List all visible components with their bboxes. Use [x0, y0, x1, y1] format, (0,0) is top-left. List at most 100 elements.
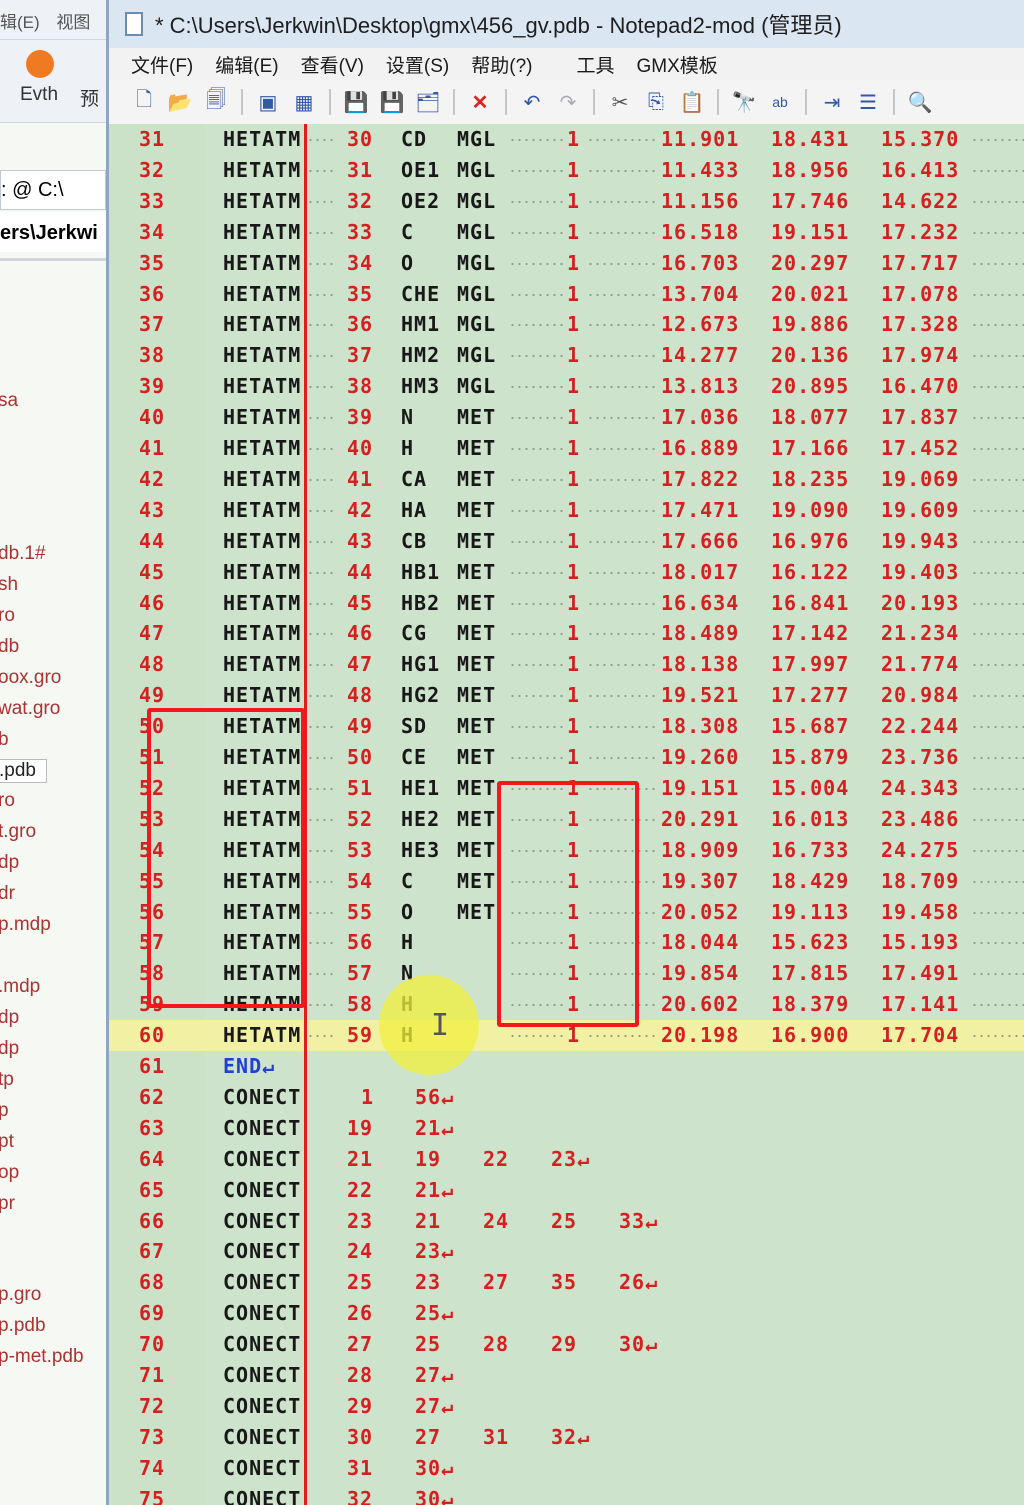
- explorer-file-item[interactable]: wat.gro: [0, 698, 60, 720]
- find-icon[interactable]: 🔭: [729, 87, 759, 117]
- explorer-toolbar-label[interactable]: Evth: [20, 84, 58, 106]
- pdb-conect-line[interactable]: 75 CONECT 32 30↵: [109, 1484, 1024, 1505]
- explorer-file-item[interactable]: p.mdp: [0, 914, 51, 936]
- pdb-atom-line[interactable]: 34 HETATM 33 C MGL 1 16.518 19.151 17.232: [109, 217, 1024, 248]
- explorer-file-item[interactable]: pt: [0, 1131, 14, 1153]
- explorer-file-item[interactable]: db.1#: [0, 543, 46, 565]
- pdb-atom-line[interactable]: 32 HETATM 31 OE1 MGL 1 11.433 18.956 16.413: [109, 155, 1024, 186]
- explorer-file-item[interactable]: tp: [0, 1069, 14, 1091]
- explorer-file-item[interactable]: pr: [0, 1193, 15, 1215]
- explorer-file-item[interactable]: db: [0, 636, 19, 658]
- conect-atom-serial: 25↵: [415, 1301, 455, 1326]
- explorer-file-item[interactable]: sa: [0, 390, 18, 412]
- pdb-conect-line[interactable]: 68 CONECT 25 23 27 35 26↵: [109, 1267, 1024, 1298]
- save-all-icon[interactable]: 🗂: [413, 87, 443, 117]
- pdb-atom-line[interactable]: 31 HETATM 30 CD MGL 1 11.901 18.431 15.370: [109, 124, 1024, 155]
- pdb-atom-line[interactable]: 37 HETATM 36 HM1 MGL 1 12.673 19.886 17.328: [109, 309, 1024, 340]
- explorer-file-item[interactable]: dp: [0, 1007, 19, 1029]
- open-icon[interactable]: 📂: [165, 87, 195, 117]
- pdb-atom-line[interactable]: 41 HETATM 40 H MET 1 16.889 17.166 17.452: [109, 433, 1024, 464]
- pdb-atom-line[interactable]: 45 HETATM 44 HB1 MET 1 18.017 16.122 19.403: [109, 557, 1024, 588]
- explorer-file-item[interactable]: dr: [0, 883, 15, 905]
- menu-help[interactable]: 帮助(?): [471, 51, 532, 78]
- whitespace-marker: [307, 633, 337, 636]
- pdb-atom-line[interactable]: 39 HETATM 38 HM3 MGL 1 13.813 20.895 16.470: [109, 371, 1024, 402]
- pdb-conect-line[interactable]: 66 CONECT 23 21 24 25 33↵: [109, 1206, 1024, 1237]
- explorer-file-item[interactable]: dp: [0, 1038, 19, 1060]
- pdb-atom-line[interactable]: 36 HETATM 35 CHE MGL 1 13.704 20.021 17.078: [109, 279, 1024, 310]
- close-icon[interactable]: ✕: [465, 87, 495, 117]
- pdb-conect-line[interactable]: 65 CONECT 22 21↵: [109, 1175, 1024, 1206]
- explorer-path[interactable]: ers\Jerkwi: [0, 212, 106, 252]
- pdb-end-line[interactable]: 61 END↵: [109, 1051, 1024, 1082]
- copy-icon[interactable]: ⎘: [641, 87, 671, 117]
- menu-file[interactable]: 文件(F): [131, 51, 193, 78]
- pdb-atom-line[interactable]: 43 HETATM 42 HA MET 1 17.471 19.090 19.609: [109, 495, 1024, 526]
- text-editor[interactable]: 31 HETATM 30 CD MGL 1 11.901 18.431 15.370 32 HETA…: [109, 124, 1024, 1505]
- pdb-atom-line[interactable]: 46 HETATM 45 HB2 MET 1 16.634 16.841 20.193: [109, 588, 1024, 619]
- undo-icon[interactable]: ↶: [517, 87, 547, 117]
- whitespace-marker: [971, 478, 1024, 481]
- search-icon[interactable]: [26, 50, 54, 78]
- explorer-file-item[interactable]: p: [0, 1100, 9, 1122]
- pdb-atom-line[interactable]: 38 HETATM 37 HM2 MGL 1 14.277 20.136 17.974: [109, 340, 1024, 371]
- new-icon[interactable]: 🗋: [129, 87, 159, 117]
- pdb-atom-line[interactable]: 44 HETATM 43 CB MET 1 17.666 16.976 19.943: [109, 526, 1024, 557]
- explorer-menu-view[interactable]: 视图: [56, 13, 90, 32]
- pdb-conect-line[interactable]: 64 CONECT 21 19 22 23↵: [109, 1144, 1024, 1175]
- cut-icon[interactable]: ✂: [605, 87, 635, 117]
- explorer-file-item[interactable]: dp: [0, 852, 19, 874]
- explorer-menu-edit[interactable]: 辑(E): [0, 13, 40, 32]
- menu-gmx-templates[interactable]: GMX模板: [637, 51, 718, 78]
- pdb-atom-line[interactable]: 49 HETATM 48 HG2 MET 1 19.521 17.277 20.984: [109, 680, 1024, 711]
- pdb-conect-line[interactable]: 67 CONECT 24 23↵: [109, 1236, 1024, 1267]
- pdb-atom-line[interactable]: 33 HETATM 32 OE2 MGL 1 11.156 17.746 14.622: [109, 186, 1024, 217]
- menu-edit[interactable]: 编辑(E): [215, 51, 278, 78]
- record-type: CONECT: [223, 1301, 302, 1326]
- pdb-conect-line[interactable]: 62 CONECT 1 56↵: [109, 1082, 1024, 1113]
- explorer-file-item[interactable]: p.pdb: [0, 1315, 46, 1337]
- pdb-atom-line[interactable]: 35 HETATM 34 O MGL 1 16.703 20.297 17.717: [109, 248, 1024, 279]
- pdb-atom-line[interactable]: 40 HETATM 39 N MET 1 17.036 18.077 17.837: [109, 402, 1024, 433]
- pdb-conect-line[interactable]: 73 CONECT 30 27 31 32↵: [109, 1422, 1024, 1453]
- zoom-icon[interactable]: 🔍: [905, 87, 935, 117]
- menu-view[interactable]: 查看(V): [301, 51, 364, 78]
- pdb-conect-line[interactable]: 63 CONECT 19 21↵: [109, 1113, 1024, 1144]
- redo-icon[interactable]: ↷: [553, 87, 583, 117]
- templates-icon[interactable]: ▦: [289, 87, 319, 117]
- wrap-icon[interactable]: ⇥: [817, 87, 847, 117]
- explorer-file-item[interactable]: .mdp: [0, 976, 40, 998]
- list-icon[interactable]: ☰: [853, 87, 883, 117]
- explorer-file-item[interactable]: .pdb: [0, 759, 47, 783]
- save-as-icon[interactable]: 💾: [377, 87, 407, 117]
- pdb-conect-line[interactable]: 72 CONECT 29 27↵: [109, 1391, 1024, 1422]
- explorer-file-item[interactable]: b: [0, 729, 9, 751]
- pdb-atom-line[interactable]: 48 HETATM 47 HG1 MET 1 18.138 17.997 21.774: [109, 649, 1024, 680]
- explorer-file-item[interactable]: sh: [0, 574, 18, 596]
- pdb-atom-line[interactable]: 42 HETATM 41 CA MET 1 17.822 18.235 19.069: [109, 464, 1024, 495]
- save-icon[interactable]: 💾: [341, 87, 371, 117]
- explorer-file-item[interactable]: ro: [0, 605, 15, 627]
- replace-icon[interactable]: ab: [765, 87, 795, 117]
- explorer-file-item[interactable]: t.gro: [0, 821, 36, 843]
- explorer-file-item[interactable]: ro: [0, 790, 15, 812]
- menu-tools[interactable]: 工具: [576, 51, 614, 78]
- explorer-toolbar-label-2[interactable]: 预: [80, 84, 99, 111]
- atom-name: HE2: [401, 806, 441, 831]
- explorer-file-item[interactable]: p-met.pdb: [0, 1346, 84, 1368]
- pdb-conect-line[interactable]: 74 CONECT 31 30↵: [109, 1453, 1024, 1484]
- conect-atom-serial: 22: [483, 1146, 510, 1171]
- pdb-conect-line[interactable]: 70 CONECT 27 25 28 29 30↵: [109, 1329, 1024, 1360]
- menu-settings[interactable]: 设置(S): [386, 51, 449, 78]
- browse-icon[interactable]: 🗐: [201, 87, 231, 117]
- paste-icon[interactable]: 📋: [677, 87, 707, 117]
- explorer-file-item[interactable]: oox.gro: [0, 667, 61, 689]
- pdb-atom-line[interactable]: 47 HETATM 46 CG MET 1 18.489 17.142 21.234: [109, 618, 1024, 649]
- pdb-conect-line[interactable]: 71 CONECT 28 27↵: [109, 1360, 1024, 1391]
- pdb-conect-line[interactable]: 69 CONECT 26 25↵: [109, 1298, 1024, 1329]
- explorer-file-item[interactable]: p.gro: [0, 1284, 41, 1306]
- explorer-file-item[interactable]: op: [0, 1162, 19, 1184]
- explorer-address-bar[interactable]: : @ C:\: [0, 170, 106, 210]
- whitespace-marker: [971, 324, 1024, 327]
- save-copy-icon[interactable]: ▣: [253, 87, 283, 117]
